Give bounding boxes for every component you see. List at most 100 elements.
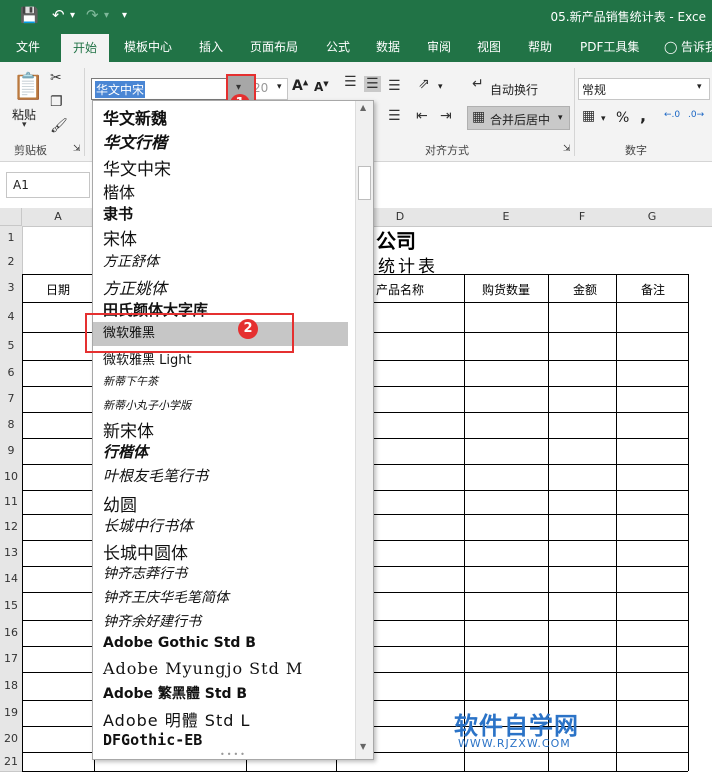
right-align-icon[interactable]: ☰ bbox=[388, 108, 401, 124]
font-list-item[interactable]: 宋体 bbox=[103, 225, 137, 250]
select-all-corner[interactable] bbox=[0, 208, 22, 226]
top-align-icon[interactable]: ☰ bbox=[344, 74, 357, 90]
font-list-scroll-thumb[interactable] bbox=[358, 166, 371, 200]
row-header[interactable]: 3 bbox=[0, 274, 23, 303]
font-list-item[interactable]: 新蒂下午茶 bbox=[103, 373, 158, 389]
font-list-item[interactable]: 新宋体 bbox=[103, 417, 154, 442]
font-name-value[interactable]: 华文中宋 bbox=[95, 81, 146, 98]
row-header[interactable]: 1 bbox=[0, 226, 23, 251]
font-list-item[interactable]: 钟齐余好建行书 bbox=[103, 611, 201, 631]
tab-file[interactable]: 文件 bbox=[16, 32, 40, 62]
font-list-item[interactable]: 方正姚体 bbox=[103, 275, 167, 299]
resize-grip-icon[interactable]: •••• bbox=[220, 750, 247, 759]
font-list-item[interactable]: 长城中圆体 bbox=[103, 539, 188, 564]
customize-quick-access-icon[interactable]: ▾ bbox=[122, 10, 127, 21]
row-header[interactable]: 9 bbox=[0, 438, 23, 465]
font-list-item[interactable]: 幼圆 bbox=[103, 491, 137, 516]
font-list-item[interactable]: Adobe 明體 Std L bbox=[103, 707, 250, 731]
column-header-more[interactable] bbox=[688, 208, 712, 227]
tab-pdf-tools[interactable]: PDF工具集 bbox=[580, 32, 639, 62]
font-list-item[interactable]: 钟齐王庆华毛笔简体 bbox=[103, 587, 229, 607]
alignment-launcher-icon[interactable]: ⇲ bbox=[563, 144, 571, 154]
redo-icon[interactable]: ↷ bbox=[86, 6, 99, 24]
column-header-f[interactable]: F bbox=[548, 208, 617, 227]
row-header[interactable]: 2 bbox=[0, 250, 23, 275]
tab-page-layout[interactable]: 页面布局 bbox=[250, 32, 298, 62]
row-header[interactable]: 6 bbox=[0, 360, 23, 387]
cut-icon[interactable]: ✂ bbox=[50, 70, 62, 86]
row-header[interactable]: 15 bbox=[0, 592, 23, 621]
middle-align-icon[interactable]: ☰ bbox=[364, 76, 381, 92]
font-list-item[interactable]: 长城中行书体 bbox=[103, 515, 193, 536]
paste-dropdown-icon[interactable]: ▾ bbox=[22, 120, 27, 130]
scroll-down-icon[interactable]: ▼ bbox=[360, 742, 366, 751]
merge-center-button[interactable]: ▦ 合并后居中 ▾ bbox=[467, 106, 570, 130]
row-header[interactable]: 14 bbox=[0, 566, 23, 593]
decrease-decimal-icon[interactable]: .0→ bbox=[688, 110, 704, 120]
tab-tell-me[interactable]: 告诉我 bbox=[681, 32, 712, 62]
undo-icon[interactable]: ↶ bbox=[52, 6, 65, 24]
row-header[interactable]: 21 bbox=[0, 752, 23, 772]
orientation-icon[interactable]: ⇗ bbox=[418, 76, 430, 92]
row-header[interactable]: 4 bbox=[0, 302, 23, 333]
name-box[interactable]: A1 bbox=[6, 172, 90, 198]
row-header[interactable]: 16 bbox=[0, 620, 23, 647]
row-header[interactable]: 7 bbox=[0, 386, 23, 413]
merge-center-dropdown-icon[interactable]: ▾ bbox=[558, 113, 563, 123]
format-painter-icon[interactable]: 🖌 bbox=[50, 118, 68, 134]
row-header[interactable]: 11 bbox=[0, 490, 23, 515]
tab-formulas[interactable]: 公式 bbox=[326, 32, 350, 62]
font-list-item[interactable]: 新蒂小丸子小学版 bbox=[103, 397, 191, 413]
font-list-item[interactable]: 叶根友毛笔行书 bbox=[103, 465, 208, 486]
decrease-indent-icon[interactable]: ⇤ bbox=[416, 108, 428, 124]
number-format-dropdown-icon[interactable]: ▾ bbox=[697, 82, 702, 92]
tab-review[interactable]: 审阅 bbox=[427, 32, 451, 62]
tab-insert[interactable]: 插入 bbox=[199, 32, 223, 62]
row-header[interactable]: 19 bbox=[0, 700, 23, 727]
tab-view[interactable]: 视图 bbox=[477, 32, 501, 62]
font-list-item[interactable]: 钟齐志莽行书 bbox=[103, 563, 187, 583]
tab-data[interactable]: 数据 bbox=[376, 32, 400, 62]
save-icon[interactable]: 💾 bbox=[20, 6, 39, 24]
column-header-a[interactable]: A bbox=[22, 208, 95, 227]
row-header[interactable]: 8 bbox=[0, 412, 23, 439]
font-list-item[interactable]: 华文行楷 bbox=[103, 129, 167, 153]
row-header[interactable]: 12 bbox=[0, 514, 23, 541]
font-size-dropdown-icon[interactable]: ▾ bbox=[277, 82, 282, 92]
tab-help[interactable]: 帮助 bbox=[528, 32, 552, 62]
row-header[interactable]: 18 bbox=[0, 672, 23, 701]
font-list-item[interactable]: Adobe Myungjo Std M bbox=[103, 659, 303, 678]
orientation-dropdown-icon[interactable]: ▾ bbox=[438, 82, 443, 92]
font-list-item[interactable]: 华文新魏 bbox=[103, 105, 167, 129]
undo-dropdown-icon[interactable]: ▾ bbox=[70, 10, 75, 21]
number-format-box[interactable]: 常规 ▾ bbox=[578, 78, 710, 100]
wrap-text-button[interactable]: 自动换行 bbox=[490, 81, 538, 98]
scroll-up-icon[interactable]: ▲ bbox=[360, 103, 366, 112]
font-list-item[interactable]: 隶书 bbox=[103, 203, 133, 224]
tab-home[interactable]: 开始 bbox=[61, 34, 110, 62]
row-header[interactable]: 10 bbox=[0, 464, 23, 491]
clipboard-launcher-icon[interactable]: ⇲ bbox=[73, 144, 81, 154]
row-header[interactable]: 20 bbox=[0, 726, 23, 753]
redo-dropdown-icon[interactable]: ▾ bbox=[104, 10, 109, 21]
row-header[interactable]: 13 bbox=[0, 540, 23, 567]
font-list-item[interactable]: 方正舒体 bbox=[103, 251, 159, 271]
font-list-item[interactable]: DFGothic-EB bbox=[103, 731, 202, 749]
font-list-item[interactable]: 行楷体 bbox=[103, 441, 148, 462]
bottom-align-icon[interactable]: ☰ bbox=[388, 78, 401, 94]
increase-indent-icon[interactable]: ⇥ bbox=[440, 108, 452, 124]
font-list-item[interactable]: Adobe 繁黑體 Std B bbox=[103, 683, 247, 703]
font-list-item[interactable]: 华文中宋 bbox=[103, 155, 171, 180]
column-header-e[interactable]: E bbox=[464, 208, 549, 227]
decrease-font-size-icon[interactable]: A▼ bbox=[314, 80, 329, 94]
accounting-format-icon[interactable]: ▦ bbox=[582, 108, 595, 124]
percent-style-button[interactable]: % bbox=[616, 110, 629, 126]
comma-style-button[interactable]: , bbox=[640, 106, 646, 125]
font-list-dropdown[interactable]: 华文新魏 华文行楷 华文中宋 楷体 隶书 宋体 方正舒体 方正姚体 田氏颜体大字库 微软雅黑 微软雅… bbox=[92, 100, 374, 760]
font-list-item[interactable]: Adobe Gothic Std B bbox=[103, 635, 256, 651]
increase-decimal-icon[interactable]: ←.0 bbox=[664, 110, 680, 120]
font-list-item[interactable]: 楷体 bbox=[103, 179, 135, 203]
tab-template-center[interactable]: 模板中心 bbox=[124, 32, 172, 62]
increase-font-size-icon[interactable]: A▲ bbox=[292, 78, 308, 94]
row-header[interactable]: 5 bbox=[0, 332, 23, 361]
